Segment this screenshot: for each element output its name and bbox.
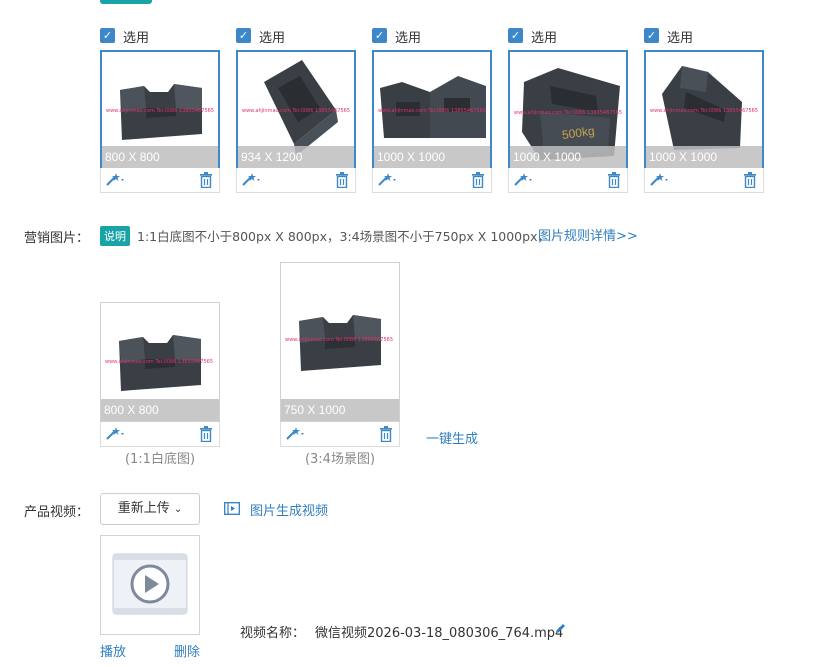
select-checkbox[interactable]: ✓ <box>508 28 523 43</box>
trash-icon[interactable] <box>379 426 393 443</box>
image-toolbar <box>372 168 492 193</box>
watermark-text: www.ahjinmao.com Tel:0086 13855467565 <box>242 108 351 114</box>
magic-wand-icon[interactable] <box>513 172 535 188</box>
image-toolbar <box>508 168 628 193</box>
trash-icon[interactable] <box>199 426 213 443</box>
watermark-text: www.ahjinmao.com Tel:0086 13855467565 <box>514 110 623 116</box>
magic-wand-icon[interactable] <box>105 172 127 188</box>
video-name-label: 视频名称： <box>240 626 306 641</box>
watermark-text: www.ahjinmao.com Tel:0086 13855467565 <box>106 108 215 114</box>
product-image[interactable]: www.ahjinmao.com Tel:0086 13855467565 93… <box>236 50 356 170</box>
select-label: 选用 <box>123 31 150 46</box>
select-checkbox[interactable]: ✓ <box>644 28 659 43</box>
image-dimensions: 750 X 1000 <box>281 399 399 421</box>
weight-photo <box>299 315 381 371</box>
image-toolbar <box>280 422 400 447</box>
image-dimensions: 1000 X 1000 <box>510 146 626 168</box>
play-link[interactable]: 播放 <box>100 641 126 660</box>
magic-wand-icon[interactable] <box>285 426 307 442</box>
product-image[interactable]: 500kg www.ahjinmao.com Tel:0086 13855467… <box>508 50 628 170</box>
play-icon <box>112 553 188 615</box>
watermark-text: www.ahjinmao.com Tel:0086 13855467565 <box>378 108 487 114</box>
select-label: 选用 <box>667 31 694 46</box>
select-label: 选用 <box>395 31 422 46</box>
select-checkbox[interactable]: ✓ <box>236 28 251 43</box>
product-image[interactable]: www.ahjinmao.com Tel:0086 13855467565 75… <box>280 262 400 422</box>
reupload-button[interactable]: 重新上传 ⌄ <box>100 493 200 525</box>
watermark-text: www.ahjinmao.com Tel:0086 13855467565 <box>650 108 759 114</box>
watermark-text: www.ahjinmao.com Tel:0086 13855467565 <box>285 337 394 343</box>
trash-icon[interactable] <box>743 172 757 189</box>
image-toolbar <box>236 168 356 193</box>
select-checkbox[interactable]: ✓ <box>100 28 115 43</box>
video-name-value: 微信视频2026-03-18_080306_764.mp4 <box>315 626 564 641</box>
product-image[interactable]: www.ahjinmao.com Tel:0086 13855467565 80… <box>100 50 220 170</box>
marketing-image-portrait: www.ahjinmao.com Tel:0086 13855467565 75… <box>280 262 400 447</box>
magic-wand-icon[interactable] <box>105 426 127 442</box>
video-thumbnail[interactable] <box>100 535 200 635</box>
trash-icon[interactable] <box>471 172 485 189</box>
portrait-image-caption: (3:4场景图) <box>304 452 376 467</box>
select-checkbox[interactable]: ✓ <box>372 28 387 43</box>
weight-photo <box>119 335 201 391</box>
magic-wand-icon[interactable] <box>241 172 263 188</box>
product-video-label: 产品视频： <box>24 505 90 520</box>
top-tab-indicator <box>100 0 152 4</box>
image-dimensions: 800 X 800 <box>101 399 219 421</box>
select-label: 选用 <box>531 31 558 46</box>
delete-link[interactable]: 删除 <box>174 641 200 660</box>
image-to-video-link[interactable]: 图片生成视频 <box>250 500 328 519</box>
product-image[interactable]: www.ahjinmao.com Tel:0086 13855467565 10… <box>644 50 764 170</box>
select-label: 选用 <box>259 31 286 46</box>
image-dimensions: 1000 X 1000 <box>646 146 762 168</box>
help-badge[interactable]: 说明 <box>100 226 130 246</box>
image-requirement-hint: 1:1白底图不小于800px X 800px，3:4场景图不小于750px X … <box>137 229 550 244</box>
watermark-text: www.ahjinmao.com Tel:0086 13855467565 <box>105 359 214 365</box>
product-image[interactable]: www.ahjinmao.com Tel:0086 13855467565 10… <box>372 50 492 170</box>
chevron-down-icon: ⌄ <box>173 504 183 515</box>
trash-icon[interactable] <box>199 172 213 189</box>
marketing-images-label: 营销图片： <box>24 231 90 246</box>
image-dimensions: 1000 X 1000 <box>374 146 490 168</box>
film-icon[interactable] <box>224 502 240 519</box>
magic-wand-icon[interactable] <box>377 172 399 188</box>
product-image[interactable]: www.ahjinmao.com Tel:0086 13855467565 80… <box>100 302 220 422</box>
pencil-icon[interactable] <box>554 622 567 639</box>
trash-icon[interactable] <box>607 172 621 189</box>
trash-icon[interactable] <box>335 172 349 189</box>
one-click-generate-link[interactable]: 一键生成 <box>426 428 478 447</box>
image-dimensions: 934 X 1200 <box>238 146 354 168</box>
image-rules-link[interactable]: 图片规则详情>> <box>538 225 638 244</box>
image-dimensions: 800 X 800 <box>102 146 218 168</box>
marketing-image-square: www.ahjinmao.com Tel:0086 13855467565 80… <box>100 302 220 447</box>
square-image-caption: (1:1白底图) <box>124 452 196 467</box>
image-toolbar <box>100 168 220 193</box>
image-toolbar <box>100 422 220 447</box>
image-toolbar <box>644 168 764 193</box>
magic-wand-icon[interactable] <box>649 172 671 188</box>
reupload-label: 重新上传 <box>117 501 170 516</box>
